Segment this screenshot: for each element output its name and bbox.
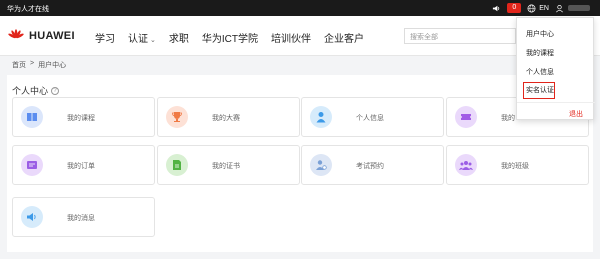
menu-divider bbox=[517, 102, 595, 103]
certificate-icon bbox=[166, 154, 188, 176]
main-header: HUAWEI 学习 认证 ⌄ 求职 华为ICT学院 培训伙伴 企业客户 搜索全部 bbox=[0, 16, 600, 56]
card-label: 个人信息 bbox=[356, 115, 384, 122]
main-nav: 学习 认证 ⌄ 求职 华为ICT学院 培训伙伴 企业客户 bbox=[95, 30, 377, 45]
section-title-text: 个人中心 bbox=[12, 86, 49, 96]
nav-certification-label: 认证 bbox=[128, 34, 148, 45]
person-icon bbox=[310, 106, 332, 128]
highlight-box bbox=[523, 82, 555, 99]
speaker-icon[interactable] bbox=[492, 4, 501, 13]
card-my-orders[interactable]: 我的订单 bbox=[12, 145, 155, 185]
notification-badge[interactable]: 0 bbox=[507, 3, 522, 13]
card-label: 我的证书 bbox=[212, 163, 240, 170]
nav-enterprise[interactable]: 企业客户 bbox=[324, 30, 364, 45]
top-bar: 华为人才在线 0 EN bbox=[0, 0, 600, 16]
menu-item-my-courses[interactable]: 我的课程 bbox=[526, 48, 554, 58]
breadcrumb-separator: > bbox=[30, 60, 35, 67]
card-my-competitions[interactable]: 我的大赛 bbox=[157, 97, 300, 137]
menu-item-user-center[interactable]: 用户中心 bbox=[526, 29, 554, 39]
help-icon[interactable]: ? bbox=[51, 86, 60, 95]
card-my-classes[interactable]: 我的班级 bbox=[446, 145, 589, 185]
card-exam-booking[interactable]: 考试预约 bbox=[301, 145, 444, 185]
user-icon bbox=[556, 4, 563, 12]
exam-booking-icon bbox=[310, 154, 332, 176]
breadcrumb: 首页 > 用户中心 bbox=[12, 60, 66, 70]
huawei-petal-icon bbox=[8, 29, 24, 39]
trophy-icon bbox=[166, 106, 188, 128]
nav-learning[interactable]: 学习 bbox=[95, 30, 115, 45]
chevron-down-icon: ⌄ bbox=[150, 37, 156, 44]
card-label: 我的课程 bbox=[67, 115, 95, 122]
menu-item-logout[interactable]: 退出 bbox=[569, 109, 583, 119]
username-blurred bbox=[568, 5, 590, 11]
section-title: 个人中心 ? bbox=[12, 84, 60, 97]
user-menu-trigger[interactable] bbox=[555, 4, 590, 13]
card-label: 我的班级 bbox=[501, 163, 529, 170]
nav-jobs[interactable]: 求职 bbox=[169, 30, 189, 45]
card-label: 我的 bbox=[501, 115, 515, 122]
top-bar-brand[interactable]: 华为人才在线 bbox=[7, 4, 49, 14]
nav-ict-academy[interactable]: 华为ICT学院 bbox=[202, 30, 258, 45]
language-label: EN bbox=[539, 4, 549, 12]
card-label: 我的消息 bbox=[67, 215, 95, 222]
language-switcher[interactable]: EN bbox=[527, 4, 549, 13]
user-dropdown-menu: 用户中心 我的课程 个人信息 实名认证 退出 bbox=[516, 17, 595, 120]
logo-text: HUAWEI bbox=[29, 30, 75, 42]
book-icon bbox=[21, 106, 43, 128]
card-my-messages[interactable]: 我的消息 bbox=[12, 197, 155, 237]
card-label: 我的订单 bbox=[67, 163, 95, 170]
breadcrumb-current: 用户中心 bbox=[38, 62, 67, 69]
order-icon bbox=[21, 154, 43, 176]
menu-item-personal-info[interactable]: 个人信息 bbox=[526, 67, 554, 77]
card-my-courses[interactable]: 我的课程 bbox=[12, 97, 155, 137]
card-my-certificates[interactable]: 我的证书 bbox=[157, 145, 300, 185]
card-label: 考试预约 bbox=[356, 163, 384, 170]
card-personal-info[interactable]: 个人信息 bbox=[301, 97, 444, 137]
group-icon bbox=[455, 154, 477, 176]
globe-icon bbox=[527, 4, 536, 12]
breadcrumb-home[interactable]: 首页 bbox=[12, 60, 26, 70]
huawei-logo[interactable]: HUAWEI bbox=[7, 29, 75, 43]
top-bar-actions: 0 EN bbox=[492, 2, 590, 14]
card-label: 我的大赛 bbox=[212, 115, 240, 122]
user-center-panel: 个人中心 ? 我的课程 我的大赛 个人信息 我的 我的订单 我的证书 考试预约 … bbox=[7, 75, 593, 252]
nav-certification[interactable]: 认证 ⌄ bbox=[128, 30, 156, 45]
search-input[interactable]: 搜索全部 bbox=[404, 28, 516, 44]
ticket-icon bbox=[455, 106, 477, 128]
nav-training-partners[interactable]: 培训伙伴 bbox=[271, 30, 311, 45]
speaker-icon bbox=[21, 206, 43, 228]
